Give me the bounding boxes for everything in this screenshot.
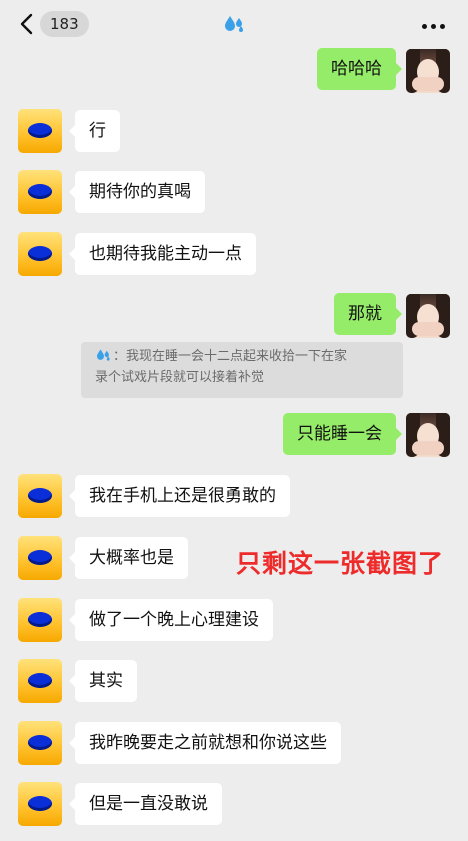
message-row: 我昨晚要走之前就想和你说这些 (0, 721, 468, 765)
avatar-hands (412, 441, 444, 455)
sweat-droplets-icon[interactable] (224, 14, 246, 34)
message-bubble-incoming[interactable]: 也期待我能主动一点 (69, 233, 256, 275)
message-bubble-outgoing[interactable]: 只能睡一会 (283, 413, 402, 455)
message-row: 其实 (0, 659, 468, 703)
contact-avatar[interactable] (18, 721, 62, 765)
contact-avatar[interactable] (18, 782, 62, 826)
message-row: 哈哈哈 (0, 48, 468, 93)
avatar-blob (28, 673, 52, 688)
message-bubble-incoming[interactable]: 做了一个晚上心理建设 (69, 599, 273, 641)
unread-count-badge[interactable]: 183 (40, 11, 89, 37)
message-bubble-incoming[interactable]: 我在手机上还是很勇敢的 (69, 475, 290, 517)
message-row: 做了一个晚上心理建设 (0, 598, 468, 642)
message-bubble-outgoing[interactable]: 哈哈哈 (317, 48, 402, 90)
avatar-blob (28, 550, 52, 565)
sweat-droplets-icon (97, 349, 110, 361)
message-row: 也期待我能主动一点 (0, 232, 468, 276)
message-row: 但是一直没敢说 (0, 782, 468, 826)
more-dot (440, 24, 445, 29)
message-row: 行 (0, 109, 468, 153)
avatar-blob (28, 184, 52, 199)
my-avatar[interactable] (406, 294, 450, 338)
more-dot (422, 24, 427, 29)
message-bubble-incoming[interactable]: 其实 (69, 660, 137, 702)
my-avatar[interactable] (406, 413, 450, 457)
message-bubble-outgoing[interactable]: 那就 (334, 293, 402, 335)
contact-avatar[interactable] (18, 232, 62, 276)
overlay-annotation: 只剩这一张截图了 (236, 549, 445, 578)
message-bubble-incoming[interactable]: 我昨晚要走之前就想和你说这些 (69, 722, 341, 764)
my-avatar[interactable] (406, 49, 450, 93)
quote-text-line2: 录个试戏片段就可以接着补觉 (95, 370, 265, 385)
contact-avatar[interactable] (18, 536, 62, 580)
avatar-hands (412, 322, 444, 336)
contact-avatar[interactable] (18, 474, 62, 518)
chat-header: 183 (0, 0, 468, 48)
quoted-message[interactable]: ：我现在睡一会十二点起来收拾一下在家 录个试戏片段就可以接着补觉 (81, 342, 403, 398)
avatar-blob (28, 735, 52, 750)
avatar-blob (28, 246, 52, 261)
message-row: 那就 (0, 293, 468, 338)
avatar-blob (28, 123, 52, 138)
more-dot (431, 24, 436, 29)
message-row: 我在手机上还是很勇敢的 (0, 474, 468, 518)
contact-avatar[interactable] (18, 659, 62, 703)
avatar-hands (412, 77, 444, 91)
message-bubble-incoming[interactable]: 行 (69, 110, 120, 152)
message-row: 期待你的真喝 (0, 170, 468, 214)
message-bubble-incoming[interactable]: 期待你的真喝 (69, 171, 205, 213)
contact-avatar[interactable] (18, 170, 62, 214)
more-options-button[interactable] (420, 14, 450, 34)
message-bubble-incoming[interactable]: 但是一直没敢说 (69, 783, 222, 825)
back-chevron-icon[interactable] (18, 13, 38, 35)
message-row: 只能睡一会 (0, 413, 468, 457)
avatar-blob (28, 796, 52, 811)
contact-avatar[interactable] (18, 109, 62, 153)
avatar-blob (28, 488, 52, 503)
message-bubble-incoming[interactable]: 大概率也是 (69, 537, 188, 579)
avatar-blob (28, 612, 52, 627)
quote-text-line1: ：我现在睡一会十二点起来收拾一下在家 (113, 349, 348, 364)
contact-avatar[interactable] (18, 598, 62, 642)
